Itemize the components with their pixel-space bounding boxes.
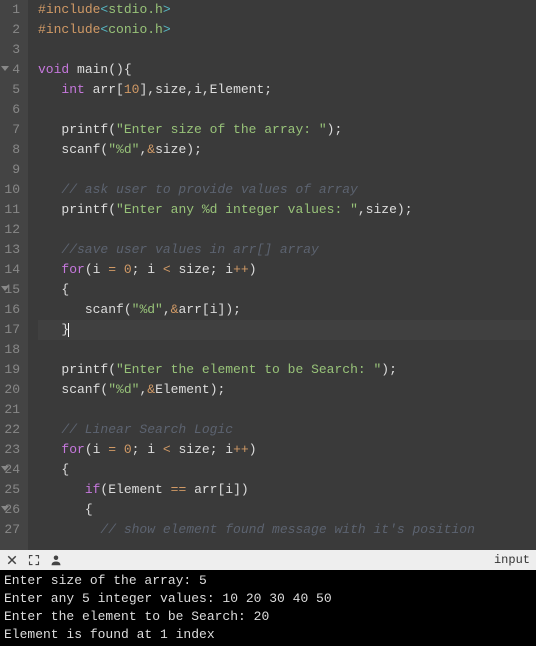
line-number: 22: [4, 420, 20, 440]
line-number: 27: [4, 520, 20, 540]
line-number: 6: [4, 100, 20, 120]
expand-icon[interactable]: [28, 554, 40, 566]
line-number: 2: [4, 20, 20, 40]
share-icon[interactable]: [6, 554, 18, 566]
code-line: [38, 100, 536, 120]
fold-marker-icon[interactable]: [1, 506, 9, 511]
fold-marker-icon[interactable]: [1, 466, 9, 471]
terminal-line: Enter the element to be Search: 20: [4, 608, 532, 626]
line-gutter: 1 2 3 4 5 6 7 8 9 10 11 12 13 14 15 16 1…: [0, 0, 28, 550]
code-editor[interactable]: 1 2 3 4 5 6 7 8 9 10 11 12 13 14 15 16 1…: [0, 0, 536, 550]
code-line: for(i = 0; i < size; i++): [38, 260, 536, 280]
line-number: 26: [4, 500, 20, 520]
code-line: // show element found message with it's …: [38, 520, 536, 540]
line-number: 8: [4, 140, 20, 160]
line-number: 17: [4, 320, 20, 340]
line-number: 7: [4, 120, 20, 140]
code-line: printf("Enter the element to be Search: …: [38, 360, 536, 380]
code-line: // ask user to provide values of array: [38, 180, 536, 200]
line-number: 3: [4, 40, 20, 60]
status-label: input: [494, 553, 530, 567]
code-line: [38, 340, 536, 360]
line-number: 4: [4, 60, 20, 80]
code-line: // Linear Search Logic: [38, 420, 536, 440]
line-number: 5: [4, 80, 20, 100]
status-bar: input: [0, 550, 536, 570]
code-area[interactable]: #include<stdio.h> #include<conio.h> void…: [28, 0, 536, 550]
line-number: 18: [4, 340, 20, 360]
line-number: 1: [4, 0, 20, 20]
text-cursor: [68, 323, 69, 337]
line-number: 20: [4, 380, 20, 400]
code-line: int arr[10],size,i,Element;: [38, 80, 536, 100]
terminal-line: Enter size of the array: 5: [4, 572, 532, 590]
code-line: #include<stdio.h>: [38, 0, 536, 20]
line-number: 21: [4, 400, 20, 420]
line-number: 15: [4, 280, 20, 300]
code-line: [38, 400, 536, 420]
code-line: for(i = 0; i < size; i++): [38, 440, 536, 460]
line-number: 12: [4, 220, 20, 240]
line-number: 9: [4, 160, 20, 180]
code-line: {: [38, 280, 536, 300]
terminal-line: Element is found at 1 index: [4, 626, 532, 644]
terminal-output[interactable]: Enter size of the array: 5 Enter any 5 i…: [0, 570, 536, 646]
code-line-active: }: [38, 320, 536, 340]
code-line: void main(){: [38, 60, 536, 80]
line-number: 16: [4, 300, 20, 320]
code-line: [38, 40, 536, 60]
line-number: 19: [4, 360, 20, 380]
code-line: {: [38, 460, 536, 480]
code-line: #include<conio.h>: [38, 20, 536, 40]
code-line: scanf("%d",&arr[i]);: [38, 300, 536, 320]
fold-marker-icon[interactable]: [1, 286, 9, 291]
line-number: 10: [4, 180, 20, 200]
line-number: 25: [4, 480, 20, 500]
code-line: printf("Enter any %d integer values: ",s…: [38, 200, 536, 220]
line-number: 24: [4, 460, 20, 480]
code-line: if(Element == arr[i]): [38, 480, 536, 500]
line-number: 11: [4, 200, 20, 220]
status-icons: [6, 554, 62, 566]
line-number: 23: [4, 440, 20, 460]
code-line: [38, 220, 536, 240]
user-icon[interactable]: [50, 554, 62, 566]
terminal-line: Enter any 5 integer values: 10 20 30 40 …: [4, 590, 532, 608]
line-number: 14: [4, 260, 20, 280]
fold-marker-icon[interactable]: [1, 66, 9, 71]
code-line: scanf("%d",&Element);: [38, 380, 536, 400]
code-line: printf("Enter size of the array: ");: [38, 120, 536, 140]
line-number: 13: [4, 240, 20, 260]
code-line: [38, 160, 536, 180]
code-line: {: [38, 500, 536, 520]
code-line: //save user values in arr[] array: [38, 240, 536, 260]
code-line: scanf("%d",&size);: [38, 140, 536, 160]
